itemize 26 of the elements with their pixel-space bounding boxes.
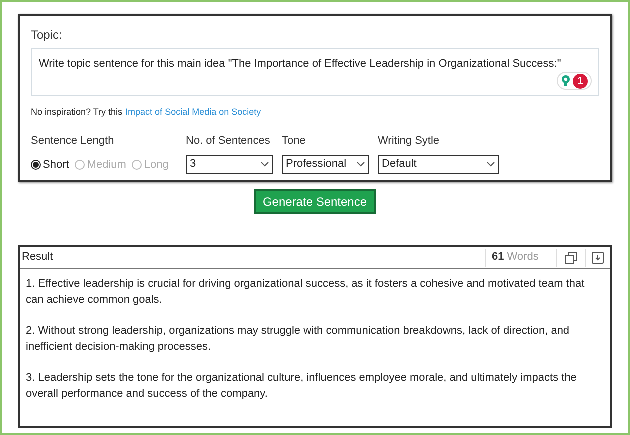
word-unit: Words xyxy=(507,250,539,266)
dropdown-label: Tone xyxy=(282,134,307,148)
caret-icon xyxy=(487,162,495,167)
inspiration-prompt: No inspiration? Try this xyxy=(31,106,123,119)
alert-count: 1 xyxy=(573,74,588,88)
sentence-length-label: Sentence Length xyxy=(31,134,116,148)
topic-suggestion-link[interactable]: Impact of Social Media on Society xyxy=(126,106,262,120)
copy-icon[interactable] xyxy=(565,252,577,264)
dropdown[interactable]: 3 xyxy=(186,155,273,174)
dropdown-label: No. of Sentences xyxy=(186,134,272,148)
topic-label: Topic: xyxy=(31,27,64,44)
result-paragraph: 3. Leadership sets the tone for the organizational culture, influences employee morale, and ultimately impacts the overall performance and success of the company. xyxy=(26,371,578,402)
result-title: Result xyxy=(21,250,54,266)
dropdown[interactable]: Default xyxy=(378,155,499,174)
word-count: 61 xyxy=(492,250,504,266)
caret-icon xyxy=(261,162,269,167)
result-paragraph: 2. Without strong leadership, organizations may struggle with communication breakdowns, lack of direction, and inefficient decision-making processes. xyxy=(26,324,571,355)
length-radio[interactable]: Short xyxy=(31,157,70,174)
dropdown-label: Writing Sytle xyxy=(378,134,441,148)
result-paragraph: 1. Effective leadership is crucial for driving organizational success, as it fosters a cohesive and motivated team that can achieve common goals. xyxy=(26,277,586,308)
caret-icon xyxy=(357,162,365,167)
topic-field[interactable]: Write topic sentence for this main idea "The Importance of Effective Leadership in Organizational Success:" 1 xyxy=(31,48,599,96)
download-icon[interactable] xyxy=(592,252,604,264)
dropdown[interactable]: Professional xyxy=(282,155,369,174)
assistant-badge[interactable]: 1 xyxy=(557,72,592,90)
lightbulb-icon xyxy=(561,75,571,87)
